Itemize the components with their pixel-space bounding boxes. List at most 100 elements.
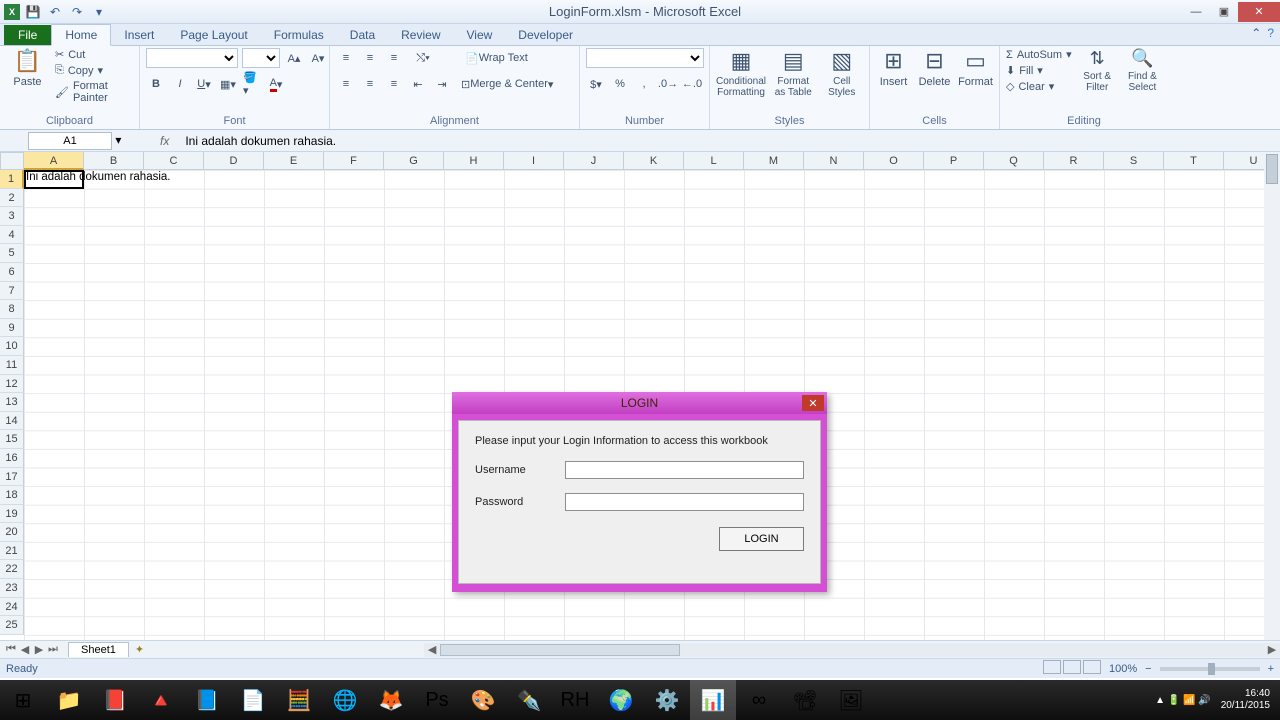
row-header-11[interactable]: 11 bbox=[0, 356, 24, 375]
name-box[interactable] bbox=[28, 132, 112, 150]
row-header-23[interactable]: 23 bbox=[0, 579, 24, 598]
taskbar-app-14[interactable]: ⚙️ bbox=[644, 680, 690, 720]
tab-page-layout[interactable]: Page Layout bbox=[167, 25, 260, 45]
format-as-table-button[interactable]: ▤Format as Table bbox=[772, 48, 815, 98]
merge-center-button[interactable]: ⊡ Merge & Center ▾ bbox=[456, 74, 558, 94]
col-header-A[interactable]: A bbox=[24, 152, 84, 170]
cell-styles-button[interactable]: ▧Cell Styles bbox=[821, 48, 864, 98]
row-header-18[interactable]: 18 bbox=[0, 486, 24, 505]
row-header-21[interactable]: 21 bbox=[0, 542, 24, 561]
taskbar-app-18[interactable]: 🖼 bbox=[828, 680, 874, 720]
fill-button[interactable]: ⬇ Fill▾ bbox=[1006, 64, 1072, 77]
align-top-button[interactable]: ≡ bbox=[336, 48, 356, 68]
find-select-button[interactable]: 🔍Find & Select bbox=[1123, 48, 1162, 93]
col-header-L[interactable]: L bbox=[684, 152, 744, 170]
row-header-2[interactable]: 2 bbox=[0, 189, 24, 208]
col-header-Q[interactable]: Q bbox=[984, 152, 1044, 170]
dialog-close-button[interactable]: ✕ bbox=[802, 395, 824, 411]
conditional-formatting-button[interactable]: ▦Conditional Formatting bbox=[716, 48, 766, 98]
taskbar-app-17[interactable]: 📽 bbox=[782, 680, 828, 720]
taskbar-app-16[interactable]: ∞ bbox=[736, 680, 782, 720]
col-header-G[interactable]: G bbox=[384, 152, 444, 170]
align-right-button[interactable]: ≡ bbox=[384, 74, 404, 94]
col-header-S[interactable]: S bbox=[1104, 152, 1164, 170]
dialog-titlebar[interactable]: LOGIN ✕ bbox=[452, 392, 827, 414]
increase-decimal-button[interactable]: .0→ bbox=[658, 74, 678, 94]
row-header-10[interactable]: 10 bbox=[0, 337, 24, 356]
col-header-K[interactable]: K bbox=[624, 152, 684, 170]
zoom-level[interactable]: 100% bbox=[1109, 663, 1137, 675]
tab-insert[interactable]: Insert bbox=[111, 25, 167, 45]
row-header-6[interactable]: 6 bbox=[0, 263, 24, 282]
row-header-25[interactable]: 25 bbox=[0, 616, 24, 635]
format-cells-button[interactable]: ▭Format bbox=[958, 48, 993, 88]
new-sheet-button[interactable]: ✦ bbox=[135, 643, 144, 656]
autosum-button[interactable]: Σ AutoSum▾ bbox=[1006, 48, 1072, 61]
borders-button[interactable]: ▦▾ bbox=[218, 74, 238, 94]
login-button[interactable]: LOGIN bbox=[719, 527, 804, 551]
align-middle-button[interactable]: ≡ bbox=[360, 48, 380, 68]
view-buttons[interactable] bbox=[1041, 660, 1101, 677]
align-center-button[interactable]: ≡ bbox=[360, 74, 380, 94]
sheet-nav-last[interactable]: ⏭ bbox=[46, 643, 60, 656]
file-tab[interactable]: File bbox=[4, 25, 51, 45]
qat-save[interactable]: 💾 bbox=[24, 3, 42, 21]
row-header-7[interactable]: 7 bbox=[0, 282, 24, 301]
row-header-13[interactable]: 13 bbox=[0, 393, 24, 412]
paste-button[interactable]: 📋Paste bbox=[6, 48, 49, 88]
col-header-R[interactable]: R bbox=[1044, 152, 1104, 170]
taskbar-app-3[interactable]: 🔺 bbox=[138, 680, 184, 720]
tray-icons[interactable]: ▲ 🔋 📶 🔊 bbox=[1155, 695, 1211, 706]
clear-button[interactable]: ◇ Clear▾ bbox=[1006, 80, 1072, 93]
col-header-E[interactable]: E bbox=[264, 152, 324, 170]
shrink-font-button[interactable]: A▾ bbox=[308, 48, 328, 68]
col-header-C[interactable]: C bbox=[144, 152, 204, 170]
username-input[interactable] bbox=[565, 461, 804, 479]
ribbon-minimize-icon[interactable]: ⌃ bbox=[1251, 26, 1261, 40]
col-header-B[interactable]: B bbox=[84, 152, 144, 170]
increase-indent-button[interactable]: ⇥ bbox=[432, 74, 452, 94]
taskbar-app-1[interactable]: 📁 bbox=[46, 680, 92, 720]
qat-undo[interactable]: ↶ bbox=[46, 3, 64, 21]
taskbar-app-8[interactable]: 🦊 bbox=[368, 680, 414, 720]
taskbar-app-5[interactable]: 📄 bbox=[230, 680, 276, 720]
copy-button[interactable]: ⎘Copy▾ bbox=[55, 64, 133, 77]
sheet-nav-next[interactable]: ▶ bbox=[32, 643, 46, 656]
font-size-select[interactable] bbox=[242, 48, 280, 68]
password-input[interactable] bbox=[565, 493, 804, 511]
row-header-17[interactable]: 17 bbox=[0, 468, 24, 487]
zoom-slider[interactable] bbox=[1160, 667, 1260, 671]
cut-button[interactable]: ✂Cut bbox=[55, 48, 133, 61]
tab-review[interactable]: Review bbox=[388, 25, 453, 45]
col-header-D[interactable]: D bbox=[204, 152, 264, 170]
tab-formulas[interactable]: Formulas bbox=[261, 25, 337, 45]
row-header-22[interactable]: 22 bbox=[0, 560, 24, 579]
taskbar-app-2[interactable]: 📕 bbox=[92, 680, 138, 720]
tab-view[interactable]: View bbox=[454, 25, 506, 45]
align-bottom-button[interactable]: ≡ bbox=[384, 48, 404, 68]
tab-home[interactable]: Home bbox=[51, 24, 111, 46]
taskbar-app-10[interactable]: 🎨 bbox=[460, 680, 506, 720]
close-button[interactable]: ✕ bbox=[1238, 2, 1280, 22]
col-header-J[interactable]: J bbox=[564, 152, 624, 170]
row-header-1[interactable]: 1 bbox=[0, 170, 24, 189]
qat-customize[interactable]: ▾ bbox=[90, 3, 108, 21]
taskbar-app-0[interactable]: ⊞ bbox=[0, 680, 46, 720]
taskbar-app-7[interactable]: 🌐 bbox=[322, 680, 368, 720]
currency-button[interactable]: $▾ bbox=[586, 74, 606, 94]
grow-font-button[interactable]: A▴ bbox=[284, 48, 304, 68]
format-painter-button[interactable]: 🖌Format Painter bbox=[55, 80, 133, 104]
row-header-4[interactable]: 4 bbox=[0, 226, 24, 245]
row-header-8[interactable]: 8 bbox=[0, 300, 24, 319]
taskbar-app-13[interactable]: 🌍 bbox=[598, 680, 644, 720]
decrease-indent-button[interactable]: ⇤ bbox=[408, 74, 428, 94]
font-color-button[interactable]: A▾ bbox=[266, 74, 286, 94]
wrap-text-button[interactable]: 📄 Wrap Text bbox=[460, 48, 533, 68]
comma-button[interactable]: , bbox=[634, 74, 654, 94]
row-header-24[interactable]: 24 bbox=[0, 598, 24, 617]
taskbar-app-12[interactable]: RH bbox=[552, 680, 598, 720]
fx-icon[interactable]: fx bbox=[160, 134, 169, 148]
minimize-button[interactable]: — bbox=[1182, 2, 1210, 22]
col-header-O[interactable]: O bbox=[864, 152, 924, 170]
sort-filter-button[interactable]: ⇅Sort & Filter bbox=[1078, 48, 1117, 93]
